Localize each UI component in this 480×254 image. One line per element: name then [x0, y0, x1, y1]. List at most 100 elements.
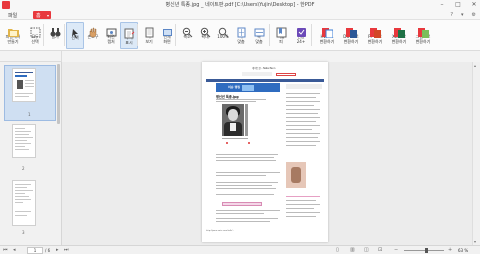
page-text-line — [216, 182, 278, 183]
toolbar-button-image-convert[interactable]: 그림으로 변환하기 — [412, 22, 434, 49]
page-sidebar-line — [286, 125, 320, 126]
actual-size-icon — [218, 23, 229, 38]
toolbar-button-convert[interactable]: 변환 24+ — [292, 22, 310, 49]
page-sidebar-line — [286, 101, 320, 102]
maximize-icon[interactable]: □ — [454, 1, 462, 9]
thumbnail-scrollbar[interactable] — [57, 64, 60, 124]
toolbar-button-actual-size[interactable]: 100% — [214, 22, 232, 49]
toolbar-separator — [175, 24, 176, 46]
scroll-down-icon[interactable]: ▾ — [474, 239, 476, 244]
print-icon[interactable] — [36, 53, 43, 67]
two-page-icon[interactable]: ◫ — [364, 247, 369, 254]
toolbar-button-annotate[interactable]: 주석 표시 — [120, 22, 138, 49]
docx-convert-icon — [345, 23, 357, 38]
tab-home[interactable]: 홈 ▾ — [33, 11, 51, 19]
help-icon[interactable]: ? — [450, 12, 453, 18]
title-bar: 병신년 특종.jpg _ 네이트판.pdf [C:\Users\Yujin\De… — [0, 0, 480, 10]
toolbar-button-hwp-convert[interactable]: HWP로 변환하기 — [316, 22, 338, 49]
chevron-down-icon: ▾ — [46, 13, 49, 18]
thumbnail-page-2[interactable] — [12, 124, 36, 158]
settings-icon[interactable]: ⚙ — [472, 12, 476, 18]
folder-open-icon — [7, 23, 19, 37]
toolbar-button-bookmark[interactable]: 책갈 피 — [272, 22, 290, 49]
page-ad-strip — [222, 202, 262, 206]
toolbar-button-zoom-in[interactable]: 확대 — [196, 22, 214, 49]
last-page-icon[interactable]: ⏭ — [64, 247, 69, 254]
page-sidebar-line — [286, 216, 316, 217]
document-view[interactable]: 네이트판 - Nate Pann 이슈 랭킹 병신년 특종.jpg http:/… — [62, 62, 472, 245]
page-sidebar-line — [286, 105, 314, 106]
folder-icon[interactable] — [4, 53, 11, 68]
page-sidebar-line — [286, 93, 320, 94]
toolbar-separator — [137, 24, 138, 46]
toolbar-button-page-view[interactable]: 쪽 보기 — [140, 22, 158, 49]
zoom-in-status-icon[interactable]: + — [448, 247, 452, 254]
zoom-slider-thumb[interactable] — [424, 248, 428, 253]
current-page-input[interactable]: 1 — [27, 247, 43, 254]
ribbon-toggle-icon[interactable]: ▾ — [461, 12, 464, 18]
page-text-line — [216, 185, 272, 186]
minimize-icon[interactable]: – — [438, 1, 446, 9]
toolbar-separator — [311, 24, 312, 46]
page-sidebar-line — [286, 141, 320, 142]
toolbar-button-zoom-out[interactable]: 축소 — [178, 22, 196, 49]
dropdown-icon[interactable] — [14, 53, 20, 67]
page-sidebar-line — [286, 196, 320, 197]
thumbnail-pane: 1 2 3 — [0, 62, 62, 245]
toolbar-button-fullscreen[interactable]: 전체 화면 — [158, 22, 176, 49]
file-menu[interactable]: 파일 — [8, 12, 17, 19]
zoom-out-status-icon[interactable]: − — [394, 247, 398, 254]
page-sidebar-line — [286, 212, 320, 213]
page-red-mark — [226, 142, 228, 144]
first-page-icon[interactable]: ⏮ — [3, 247, 8, 254]
grid-view-icon[interactable] — [24, 53, 30, 68]
continuous-page-icon[interactable]: ▥ — [350, 247, 355, 254]
thumbnail-page-1[interactable] — [12, 68, 36, 102]
thumbnail-page-3[interactable] — [12, 180, 36, 226]
ribbon-toolbar: 파일에서 만들기모두 선택열기선택손도구화면 캡처주석 표시쪽 보기전체 화면축… — [0, 20, 480, 51]
toolbar-button-binoculars[interactable]: 열기 — [46, 22, 64, 49]
cursor-icon — [70, 24, 81, 39]
binoculars-icon — [50, 23, 61, 37]
document-scrollbar[interactable]: ▴ ▾ — [472, 62, 480, 245]
toolbar-button-fit-width[interactable]: 폭 맞춤 — [250, 22, 268, 49]
xlsx-convert-icon — [393, 23, 405, 38]
toolbar-button-pptx-convert[interactable]: PPTX로 변환하기 — [364, 22, 386, 49]
toolbar-button-xlsx-convert[interactable]: XLSX로 변환하기 — [388, 22, 410, 49]
pptx-convert-icon — [369, 23, 381, 38]
toolbar-button-hand[interactable]: 손도구 — [84, 22, 102, 49]
page-sidebar-line — [286, 145, 316, 146]
convert-icon — [296, 23, 307, 37]
thumbnail-number-3: 3 — [22, 230, 25, 235]
page-site-title: 네이트판 - Nate Pann — [252, 67, 276, 70]
page-sidebar-line — [286, 133, 320, 134]
close-icon[interactable]: ✕ — [470, 1, 478, 9]
page-sidebar-line — [286, 200, 316, 201]
page-sidebar-box — [286, 84, 322, 89]
toolbar-button-folder-open[interactable]: 파일에서 만들기 — [4, 22, 22, 49]
zoom-level: 63 % — [458, 248, 469, 253]
tab-home-label: 홈 — [36, 13, 41, 19]
toolbar-button-docx-convert[interactable]: DOCX로 변환하기 — [340, 22, 362, 49]
page-sidebar-line — [286, 97, 316, 98]
scroll-up-icon[interactable]: ▴ — [474, 63, 476, 68]
page-sidebar-line — [286, 117, 320, 118]
next-page-icon[interactable]: ▸ — [56, 247, 59, 254]
pdf-page: 네이트판 - Nate Pann 이슈 랭킹 병신년 특종.jpg http:/… — [202, 62, 328, 242]
window-title: 병신년 특종.jpg _ 네이트판.pdf [C:\Users\Yujin\De… — [165, 2, 315, 8]
annotate-icon — [124, 24, 135, 39]
prev-page-icon[interactable]: ◂ — [13, 247, 16, 254]
page-photo-strip — [245, 104, 248, 136]
fit-page-status-icon[interactable]: ⊡ — [378, 247, 382, 254]
page-sidebar-line — [286, 129, 312, 130]
page-text-line — [216, 221, 270, 222]
toolbar-button-select-all[interactable]: 모두 선택 — [26, 22, 44, 49]
page-banner-text: 이슈 랭킹 — [228, 85, 241, 89]
page-footer-url: http://pann.nate.com/talk/... — [206, 230, 235, 232]
single-page-icon[interactable]: ▯ — [336, 247, 339, 254]
page-text-line — [216, 218, 278, 219]
toolbar-button-cursor[interactable]: 선택 — [66, 22, 84, 49]
toolbar-button-capture[interactable]: 화면 캡처 — [102, 22, 120, 49]
app-window: 병신년 특종.jpg _ 네이트판.pdf [C:\Users\Yujin\De… — [0, 0, 480, 254]
toolbar-button-fit-page[interactable]: 쪽 맞춤 — [232, 22, 250, 49]
